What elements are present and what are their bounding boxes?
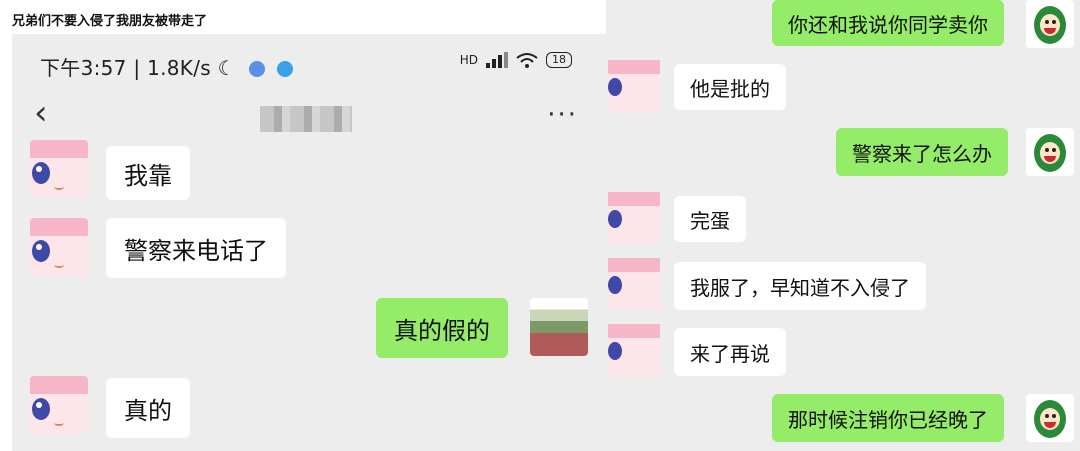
signal-icon <box>486 52 508 68</box>
message-bubble[interactable]: 警察来电话了 <box>106 218 286 278</box>
message-bubble[interactable]: 我靠 <box>106 146 190 200</box>
hd-signal-label: HD <box>459 53 478 67</box>
battery-indicator: 18 <box>546 52 572 68</box>
contact-name-blurred <box>260 106 352 132</box>
more-options-button[interactable]: ··· <box>547 100 578 130</box>
status-right-icons: HD 18 <box>460 52 572 68</box>
self-avatar[interactable] <box>1026 128 1074 176</box>
message-bubble-self[interactable]: 真的假的 <box>376 298 508 358</box>
friend-avatar[interactable] <box>608 324 660 376</box>
app-notification-icon-2 <box>277 61 294 77</box>
self-avatar[interactable] <box>1026 394 1074 442</box>
friend-avatar[interactable] <box>608 60 660 112</box>
status-time: 下午3:57 <box>40 56 127 80</box>
self-avatar[interactable] <box>1026 0 1074 48</box>
app-notification-icon <box>248 61 265 77</box>
right-chat-screenshot: 你还和我说你同学卖你 他是批的 警察来了怎么办 完蛋 我服了，早知道不入侵了 来… <box>606 0 1080 451</box>
wifi-icon <box>516 53 538 68</box>
self-avatar-pixelated[interactable] <box>530 298 588 356</box>
post-caption: 兄弟们不要入侵了我朋友被带走了 <box>12 14 208 29</box>
message-bubble[interactable]: 真的 <box>106 378 190 438</box>
message-bubble[interactable]: 完蛋 <box>674 196 746 242</box>
back-button[interactable]: ‹ <box>34 96 48 130</box>
friend-avatar[interactable] <box>608 192 660 244</box>
message-bubble[interactable]: 我服了，早知道不入侵了 <box>674 262 926 310</box>
friend-avatar[interactable] <box>30 140 88 198</box>
message-bubble-self[interactable]: 你还和我说你同学卖你 <box>772 0 1004 46</box>
friend-avatar[interactable] <box>30 376 88 434</box>
status-net-speed: 1.8K/s <box>147 56 211 80</box>
friend-avatar[interactable] <box>30 218 88 276</box>
friend-avatar[interactable] <box>608 258 660 310</box>
status-bar: 下午3:57 | 1.8K/s ☾ <box>40 52 294 81</box>
message-bubble-self[interactable]: 那时候注销你已经晚了 <box>772 394 1004 442</box>
message-bubble[interactable]: 来了再说 <box>674 328 786 376</box>
message-bubble[interactable]: 他是批的 <box>674 64 786 110</box>
message-bubble-self[interactable]: 警察来了怎么办 <box>836 128 1008 176</box>
left-chat-screenshot: 下午3:57 | 1.8K/s ☾ HD 18 ‹ ··· 我靠 警察来电话了 … <box>12 34 606 451</box>
moon-icon: ☾ <box>217 56 236 80</box>
